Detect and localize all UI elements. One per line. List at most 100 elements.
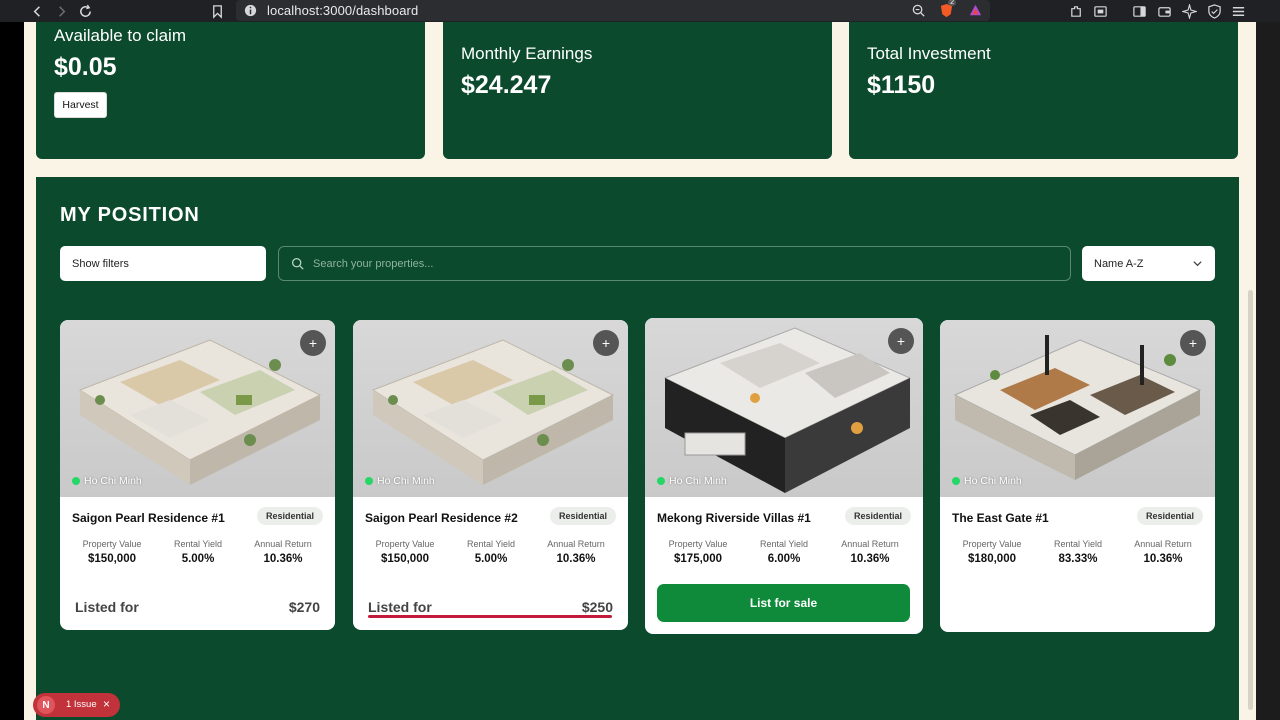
metric-value: 10.36% (263, 553, 303, 565)
screenshot-icon[interactable] (1090, 1, 1110, 21)
add-button[interactable]: + (888, 328, 914, 354)
property-name: Mekong Riverside Villas #1 (657, 511, 811, 525)
metric-label: Rental Yield (1053, 539, 1103, 549)
metric-value: 6.00% (767, 553, 801, 565)
listed-label: Listed for (368, 599, 432, 615)
search-bar (278, 246, 1071, 281)
location-tag: Ho Chi Minh (72, 475, 142, 487)
location-text: Ho Chi Minh (84, 475, 142, 487)
listed-label: Listed for (75, 599, 139, 615)
property-card[interactable]: + Ho Chi Minh Saigon Pearl Residence #2 … (353, 320, 628, 630)
add-button[interactable]: + (593, 330, 619, 356)
available-value: $0.05 (54, 53, 117, 81)
property-value-metric: Property Value $180,000 (947, 539, 1037, 565)
metric-label: Rental Yield (759, 539, 809, 549)
show-filters-button[interactable]: Show filters (60, 246, 266, 281)
listed-price: $250 (581, 599, 613, 615)
location-tag: Ho Chi Minh (365, 475, 435, 487)
listed-price: $270 (288, 599, 320, 615)
sort-value: Name A-Z (1094, 257, 1144, 270)
annual-return-metric: Annual Return 10.36% (531, 539, 621, 565)
property-image: + Ho Chi Minh (645, 318, 923, 497)
sort-select[interactable]: Name A-Z (1082, 246, 1215, 281)
metric-label: Annual Return (254, 539, 312, 549)
browser-toolbar: localhost:3000/dashboard 2 (0, 0, 1280, 22)
zoom-icon[interactable] (908, 0, 928, 20)
brave-shield-icon[interactable]: 2 (936, 0, 956, 20)
chevron-down-icon (1193, 261, 1202, 267)
vpn-shield-icon[interactable] (1204, 1, 1224, 21)
annual-return-metric: Annual Return 10.36% (238, 539, 328, 565)
close-icon[interactable]: × (103, 697, 110, 711)
my-position-section: MY POSITION Show filters Name A-Z (36, 177, 1239, 720)
reload-icon[interactable] (75, 1, 95, 21)
monthly-label: Monthly Earnings (461, 44, 593, 63)
issue-count: 1 Issue (66, 699, 97, 710)
metric-value: $175,000 (674, 553, 722, 565)
harvest-button[interactable]: Harvest (54, 92, 107, 118)
window-edge (1256, 22, 1280, 720)
property-image: + Ho Chi Minh (353, 320, 628, 497)
metric-label: Annual Return (1134, 539, 1192, 549)
add-button[interactable]: + (1180, 330, 1206, 356)
available-to-claim-card: Available to claim $0.05 Harvest (36, 22, 425, 159)
metric-label: Rental Yield (466, 539, 516, 549)
leo-ai-icon[interactable] (1179, 1, 1199, 21)
bookmark-icon[interactable] (207, 1, 227, 21)
property-value-metric: Property Value $175,000 (653, 539, 743, 565)
property-card[interactable]: + Ho Chi Minh The East Gate #1 Residenti… (940, 320, 1215, 632)
brave-badge: 2 (948, 0, 956, 6)
property-image: + Ho Chi Minh (60, 320, 335, 497)
property-value-metric: Property Value $150,000 (67, 539, 157, 565)
location-text: Ho Chi Minh (377, 475, 435, 487)
dashboard-page: Available to claim $0.05 Harvest Monthly… (24, 22, 1256, 720)
issues-indicator[interactable]: N 1 Issue × (33, 693, 120, 717)
section-title: MY POSITION (60, 204, 200, 226)
property-name: Saigon Pearl Residence #2 (365, 511, 518, 525)
add-button[interactable]: + (300, 330, 326, 356)
rental-yield-metric: Rental Yield 5.00% (153, 539, 243, 565)
list-for-sale-button[interactable]: List for sale (657, 584, 910, 622)
type-badge: Residential (549, 507, 616, 525)
floorplan-illustration (78, 339, 322, 485)
address-bar[interactable]: localhost:3000/dashboard 2 (236, 0, 990, 21)
rental-yield-metric: Rental Yield 5.00% (446, 539, 536, 565)
forward-icon[interactable] (51, 1, 71, 21)
nextjs-logo-icon: N (37, 696, 55, 714)
scrollbar[interactable] (1248, 290, 1253, 710)
url-text: localhost:3000/dashboard (267, 3, 419, 18)
property-card[interactable]: + Ho Chi Minh Saigon Pearl Residence #1 … (60, 320, 335, 630)
total-investment-card: Total Investment $1150 (849, 22, 1238, 159)
sidebar-icon[interactable] (1129, 1, 1149, 21)
type-badge: Residential (1136, 507, 1203, 525)
wallet-icon[interactable] (1154, 1, 1174, 21)
metric-value: 5.00% (181, 553, 215, 565)
location-dot-icon (657, 477, 665, 485)
metric-value: 10.36% (556, 553, 596, 565)
metric-value: 10.36% (850, 553, 890, 565)
type-badge: Residential (844, 507, 911, 525)
location-dot-icon (952, 477, 960, 485)
metric-label: Annual Return (841, 539, 899, 549)
back-icon[interactable] (27, 1, 47, 21)
metric-value: 10.36% (1143, 553, 1183, 565)
metric-label: Property Value (668, 539, 728, 549)
property-image: + Ho Chi Minh (940, 320, 1215, 497)
investment-value: $1150 (867, 71, 936, 99)
investment-label: Total Investment (867, 44, 991, 63)
type-badge: Residential (256, 507, 323, 525)
search-input[interactable] (313, 247, 1053, 280)
location-text: Ho Chi Minh (669, 475, 727, 487)
floorplan-illustration (953, 335, 1202, 480)
extensions-icon[interactable] (1066, 1, 1086, 21)
metric-label: Property Value (375, 539, 435, 549)
location-tag: Ho Chi Minh (952, 475, 1022, 487)
brave-rewards-icon[interactable] (965, 0, 985, 20)
metric-value: $180,000 (968, 553, 1016, 565)
location-text: Ho Chi Minh (964, 475, 1022, 487)
floorplan-illustration (663, 327, 912, 493)
annual-return-metric: Annual Return 10.36% (1118, 539, 1208, 565)
menu-icon[interactable] (1228, 1, 1248, 21)
property-card[interactable]: + Ho Chi Minh Mekong Riverside Villas #1… (645, 318, 923, 634)
site-info-icon[interactable] (240, 0, 260, 20)
